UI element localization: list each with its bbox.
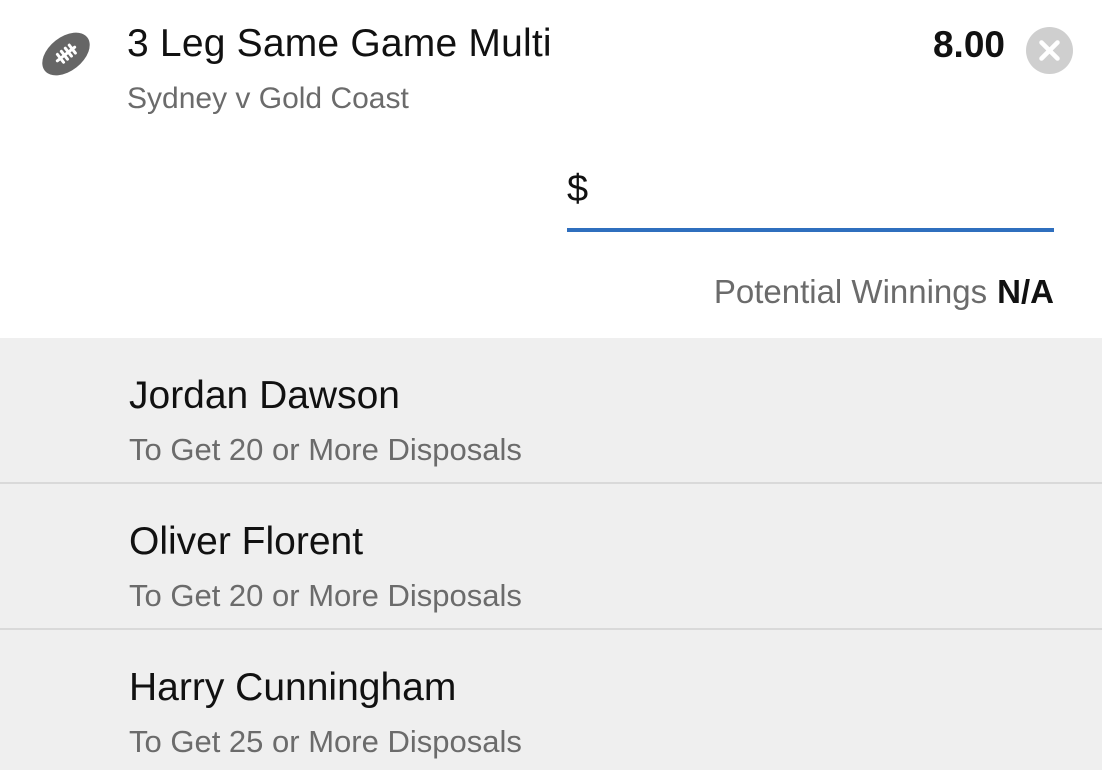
leg-market: To Get 25 or More Disposals <box>129 724 522 759</box>
potential-winnings-value: N/A <box>997 273 1054 310</box>
football-icon <box>38 26 94 82</box>
close-icon <box>1039 40 1060 61</box>
potential-winnings: Potential Winnings N/A <box>714 273 1054 311</box>
bet-odds: 8.00 <box>932 24 1005 65</box>
bet-slip: 3 Leg Same Game Multi Sydney v Gold Coas… <box>0 0 1102 770</box>
leg-player: Jordan Dawson <box>129 374 400 417</box>
legs-list: Jordan Dawson To Get 20 or More Disposal… <box>0 338 1102 770</box>
potential-winnings-label: Potential Winnings <box>713 273 988 310</box>
leg-market: To Get 20 or More Disposals <box>129 578 522 613</box>
leg-item: Harry Cunningham To Get 25 or More Dispo… <box>0 630 1102 770</box>
currency-symbol: $ <box>567 168 589 210</box>
match-name: Sydney v Gold Coast <box>127 82 409 115</box>
leg-item: Jordan Dawson To Get 20 or More Disposal… <box>0 338 1102 484</box>
remove-bet-button[interactable] <box>1026 27 1073 74</box>
stake-field[interactable]: $ <box>567 166 1054 232</box>
bet-card-header: 3 Leg Same Game Multi Sydney v Gold Coas… <box>0 0 1102 338</box>
leg-player: Oliver Florent <box>129 520 364 563</box>
stake-input[interactable] <box>601 170 1045 218</box>
bet-title: 3 Leg Same Game Multi <box>127 22 552 65</box>
leg-player: Harry Cunningham <box>129 666 457 709</box>
leg-item: Oliver Florent To Get 20 or More Disposa… <box>0 484 1102 630</box>
leg-market: To Get 20 or More Disposals <box>129 432 522 467</box>
